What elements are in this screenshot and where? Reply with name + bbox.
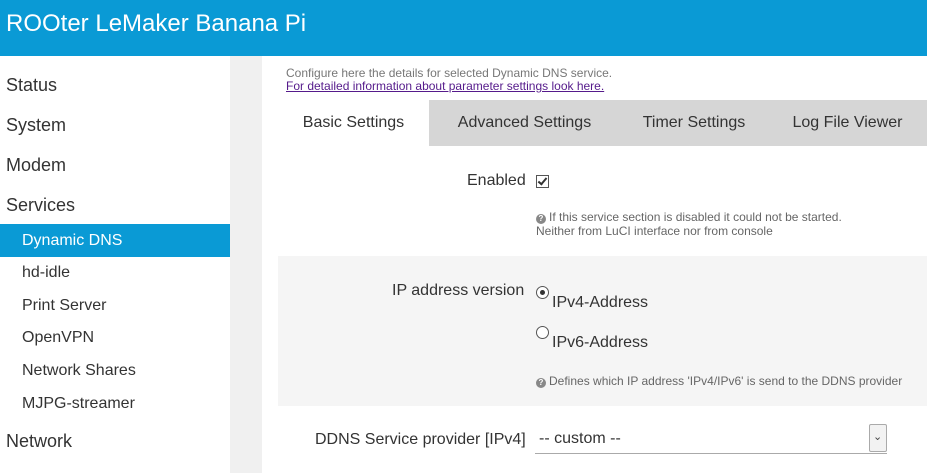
ip-version-label: IP address version — [392, 282, 525, 299]
sidebar-item-print-server[interactable]: Print Server — [22, 296, 106, 316]
tab-basic-settings[interactable]: Basic Settings — [278, 100, 429, 146]
ip-version-section: IP address version IPv4-Address IPv6-Add… — [278, 256, 927, 406]
help-circle-icon: ? — [536, 214, 546, 224]
tab-timer-settings[interactable]: Timer Settings — [620, 100, 768, 146]
sidebar-item-mjpg-streamer[interactable]: MJPG-streamer — [22, 394, 135, 414]
tab-log-file-viewer[interactable]: Log File Viewer — [768, 100, 927, 146]
ip-version-help: ? Defines which IP address 'IPv4/IPv6' is… — [536, 374, 902, 388]
sidebar-item-system[interactable]: System — [6, 114, 66, 136]
select-arrow-button[interactable]: ⌄ — [869, 424, 887, 452]
enabled-help: ? If this service section is disabled it … — [536, 210, 842, 224]
info-link[interactable]: For detailed information about parameter… — [286, 79, 604, 93]
sidebar-item-services[interactable]: Services — [6, 194, 75, 216]
section-description: Configure here the details for selected … — [286, 66, 613, 80]
tab-advanced-settings[interactable]: Advanced Settings — [429, 100, 620, 146]
enabled-label: Enabled — [467, 172, 526, 189]
ipv6-radio-label[interactable]: IPv6-Address — [552, 333, 648, 353]
sidebar-item-status[interactable]: Status — [6, 74, 57, 96]
app-header: ROOter LeMaker Banana Pi — [0, 0, 927, 56]
sidebar: Status System Modem Services Dynamic DNS… — [0, 56, 230, 473]
sidebar-item-openvpn[interactable]: OpenVPN — [22, 328, 94, 348]
enabled-checkbox[interactable] — [536, 175, 549, 188]
provider-label: DDNS Service provider [IPv4] — [315, 431, 526, 448]
sidebar-item-network-shares[interactable]: Network Shares — [22, 361, 136, 381]
check-icon — [537, 175, 548, 186]
content-gutter — [230, 56, 262, 473]
provider-section: DDNS Service provider [IPv4] -- custom -… — [278, 406, 927, 473]
sidebar-item-hd-idle[interactable]: hd-idle — [22, 263, 70, 283]
sidebar-item-dynamic-dns[interactable]: Dynamic DNS — [0, 224, 230, 257]
provider-select[interactable]: -- custom -- ⌄ — [535, 424, 887, 454]
ipv6-radio[interactable] — [536, 326, 549, 339]
main-content: Configure here the details for selected … — [262, 56, 927, 473]
radio-selected-dot — [540, 290, 545, 295]
app-title[interactable]: ROOter LeMaker Banana Pi — [6, 10, 306, 38]
provider-select-value: -- custom -- — [539, 430, 621, 447]
enabled-help-line2: Neither from LuCI interface nor from con… — [536, 224, 773, 238]
ipv4-radio[interactable] — [536, 286, 549, 299]
chevron-down-icon: ⌄ — [873, 431, 883, 443]
enabled-section: Enabled ? If this service section is disa… — [278, 146, 927, 256]
ipv4-radio-label[interactable]: IPv4-Address — [552, 293, 648, 313]
tab-bar: Basic Settings Advanced Settings Timer S… — [278, 100, 927, 146]
sidebar-item-label: Dynamic DNS — [22, 232, 123, 249]
sidebar-item-network[interactable]: Network — [6, 430, 72, 452]
sidebar-item-modem[interactable]: Modem — [6, 154, 66, 176]
help-circle-icon: ? — [536, 378, 546, 388]
